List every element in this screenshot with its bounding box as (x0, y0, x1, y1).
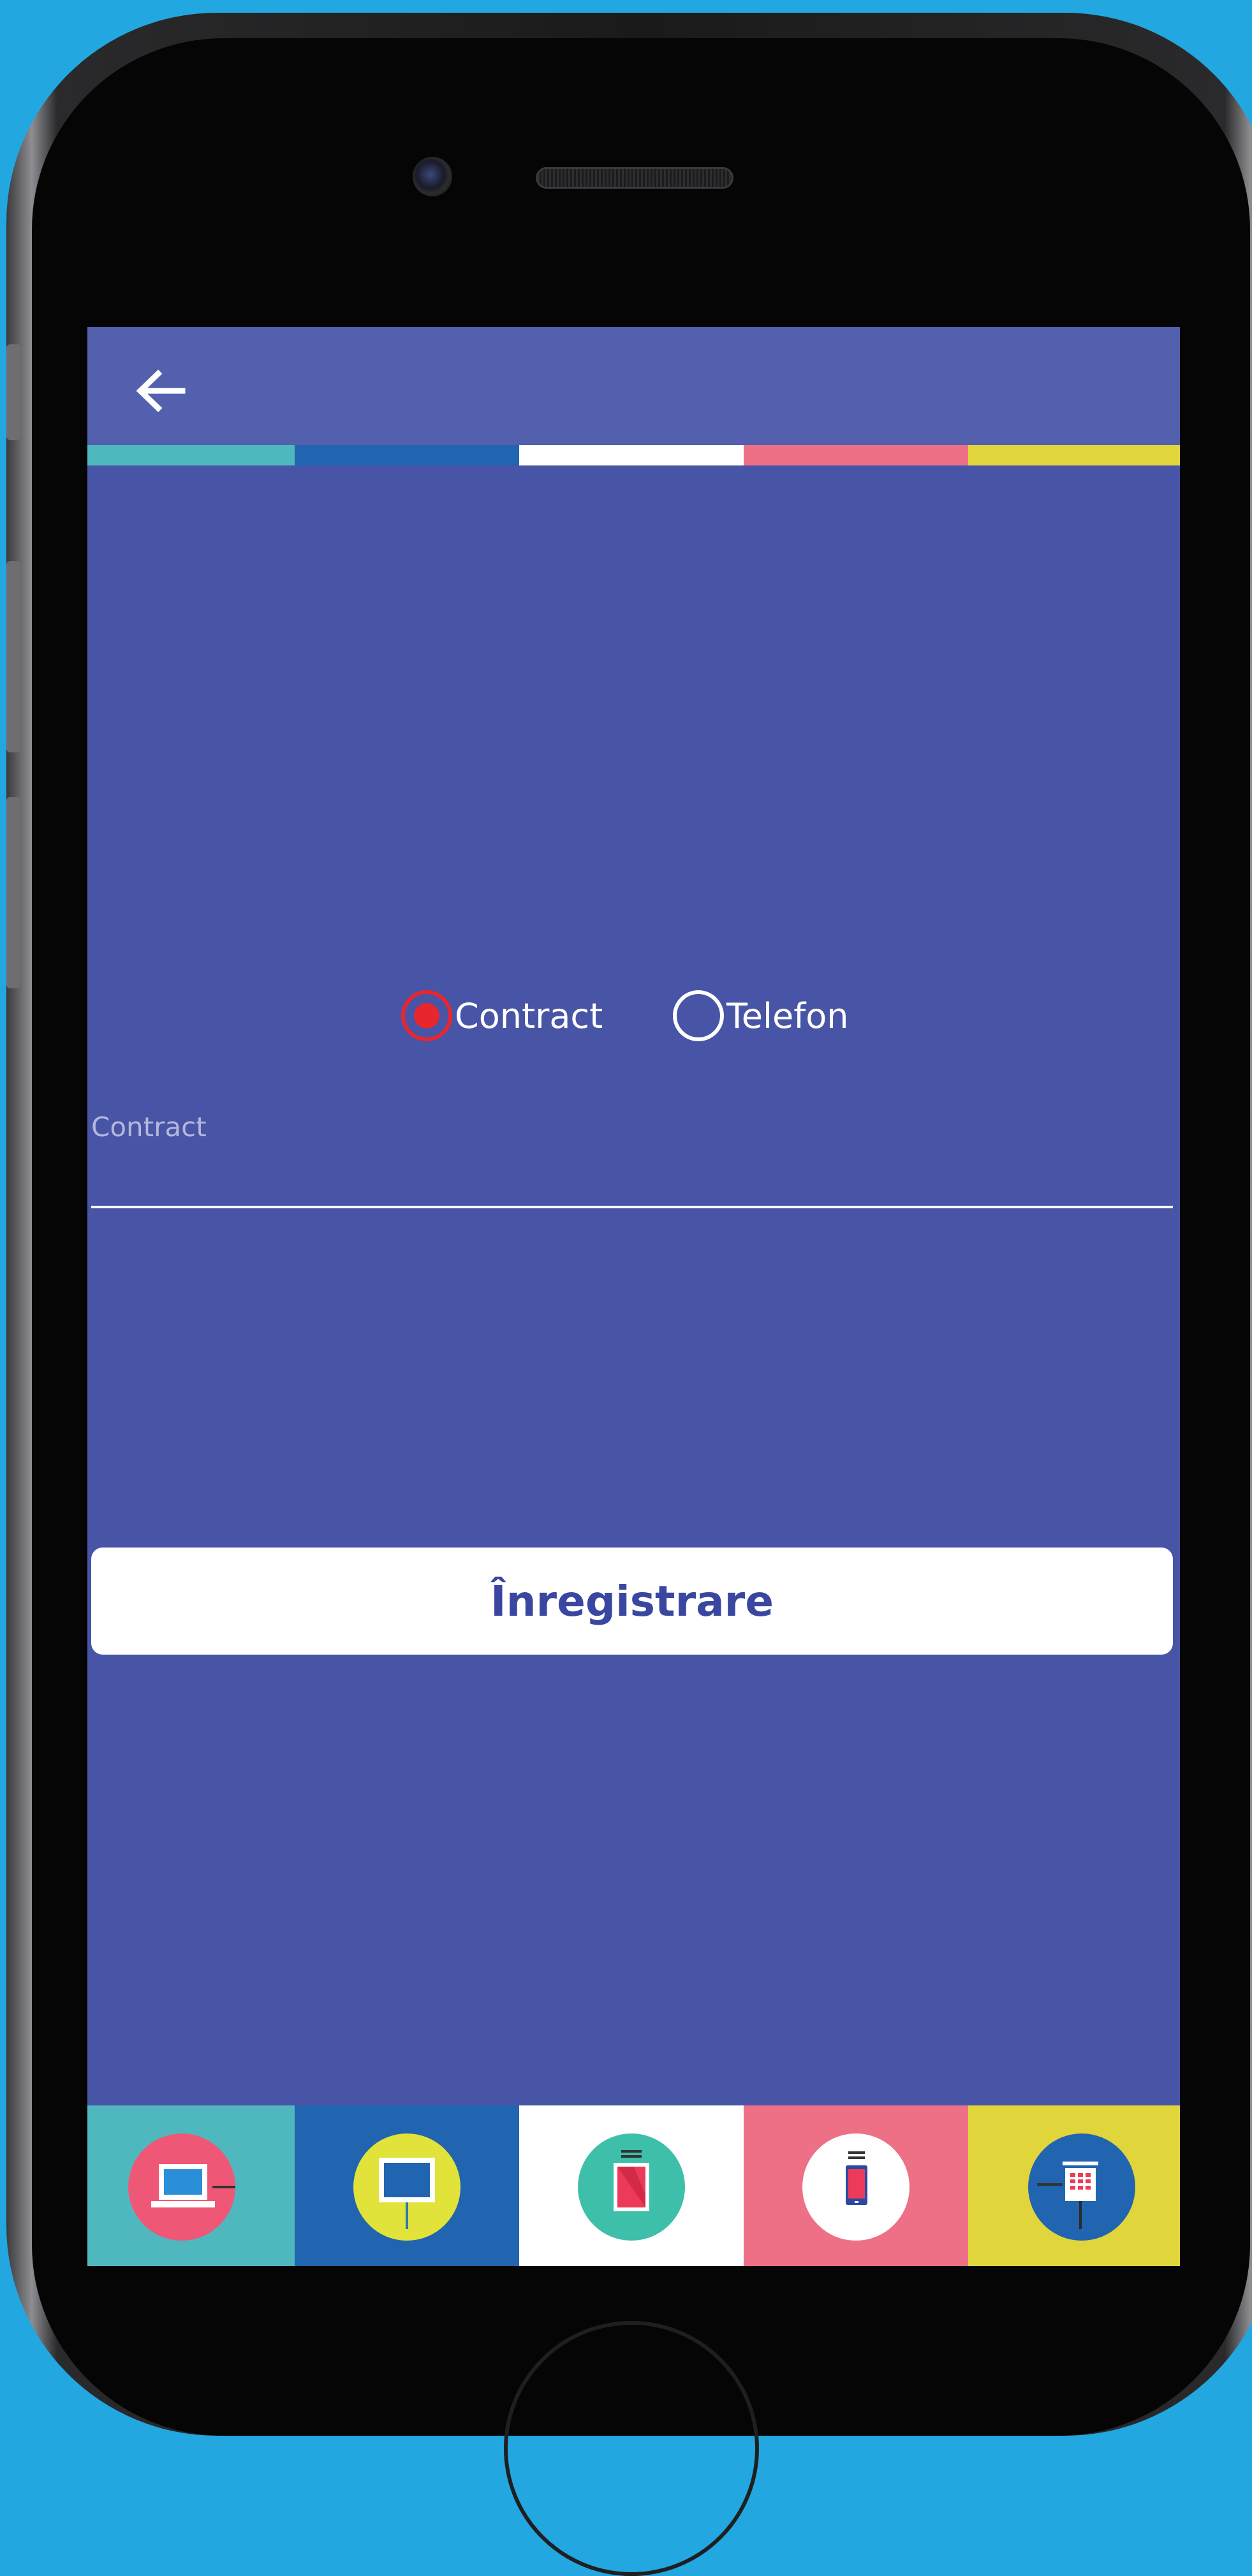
mute-switch (6, 344, 20, 440)
laptop-icon (151, 2164, 235, 2207)
nav-item-tablet[interactable] (519, 2105, 744, 2266)
radio-telefon[interactable]: Telefon (673, 987, 849, 1044)
landline-phone-icon (1037, 2162, 1098, 2229)
nav-item-smartphone[interactable] (744, 2105, 968, 2266)
stripe-blue (295, 445, 519, 465)
register-button[interactable]: Înregistrare (91, 1548, 1173, 1655)
earpiece-speaker (536, 167, 733, 189)
volume-down-button (6, 797, 20, 988)
radio-contract-label: Contract (455, 995, 603, 1036)
radio-unselected-icon (673, 990, 724, 1041)
color-stripe (87, 445, 1180, 465)
arrow-left-icon (136, 369, 186, 413)
search-type-radio-group: Contract Telefon (87, 987, 1180, 1044)
nav-item-landline[interactable] (968, 2105, 1180, 2266)
stripe-white (519, 445, 744, 465)
contract-input-underline (91, 1206, 1173, 1208)
stripe-teal (87, 445, 295, 465)
radio-contract[interactable]: Contract (401, 987, 603, 1044)
radio-selected-icon (401, 990, 452, 1041)
app-bar (87, 327, 1180, 445)
volume-up-button (6, 561, 20, 752)
smartphone-icon (846, 2151, 867, 2205)
stripe-yellow (968, 445, 1180, 465)
tv-monitor-icon (379, 2158, 435, 2229)
stripe-pink (744, 445, 968, 465)
contract-input[interactable] (91, 1137, 1173, 1187)
back-button[interactable] (129, 359, 193, 423)
bottom-nav (87, 2105, 1180, 2266)
nav-item-laptop[interactable] (87, 2105, 295, 2266)
front-camera (413, 157, 452, 196)
nav-item-tv[interactable] (295, 2105, 519, 2266)
radio-telefon-label: Telefon (726, 995, 849, 1036)
app-screen: Contract Telefon Contract Înregistrare (87, 327, 1180, 2266)
tablet-icon (614, 2150, 649, 2211)
home-button (504, 2321, 759, 2576)
